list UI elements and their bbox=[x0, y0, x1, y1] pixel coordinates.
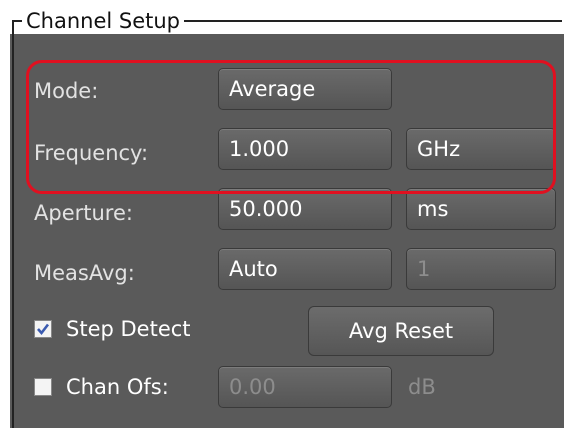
panel-left-background bbox=[0, 0, 10, 428]
group-title: Channel Setup bbox=[22, 8, 185, 34]
chan-ofs-unit: dB bbox=[408, 375, 436, 399]
step-detect-checkbox[interactable] bbox=[34, 320, 52, 338]
step-detect-label: Step Detect bbox=[66, 317, 191, 341]
aperture-label: Aperture: bbox=[34, 201, 133, 225]
measavg-count-field: 1 bbox=[406, 248, 556, 290]
chan-ofs-checkbox[interactable] bbox=[34, 378, 52, 396]
highlight-box bbox=[26, 60, 556, 194]
avg-reset-button[interactable]: Avg Reset bbox=[308, 306, 494, 356]
measavg-field[interactable]: Auto bbox=[218, 248, 392, 290]
chan-ofs-label: Chan Ofs: bbox=[66, 375, 169, 399]
panel-right-background bbox=[564, 0, 572, 428]
checkmark-icon bbox=[37, 323, 50, 336]
aperture-field[interactable]: 50.000 bbox=[218, 188, 392, 230]
aperture-unit-field[interactable]: ms bbox=[406, 188, 556, 230]
group-frame-left bbox=[12, 20, 14, 428]
channel-setup-panel: Channel Setup Mode: Average Frequency: 1… bbox=[0, 0, 572, 428]
measavg-label: MeasAvg: bbox=[34, 261, 135, 285]
chan-ofs-field: 0.00 bbox=[218, 366, 392, 408]
